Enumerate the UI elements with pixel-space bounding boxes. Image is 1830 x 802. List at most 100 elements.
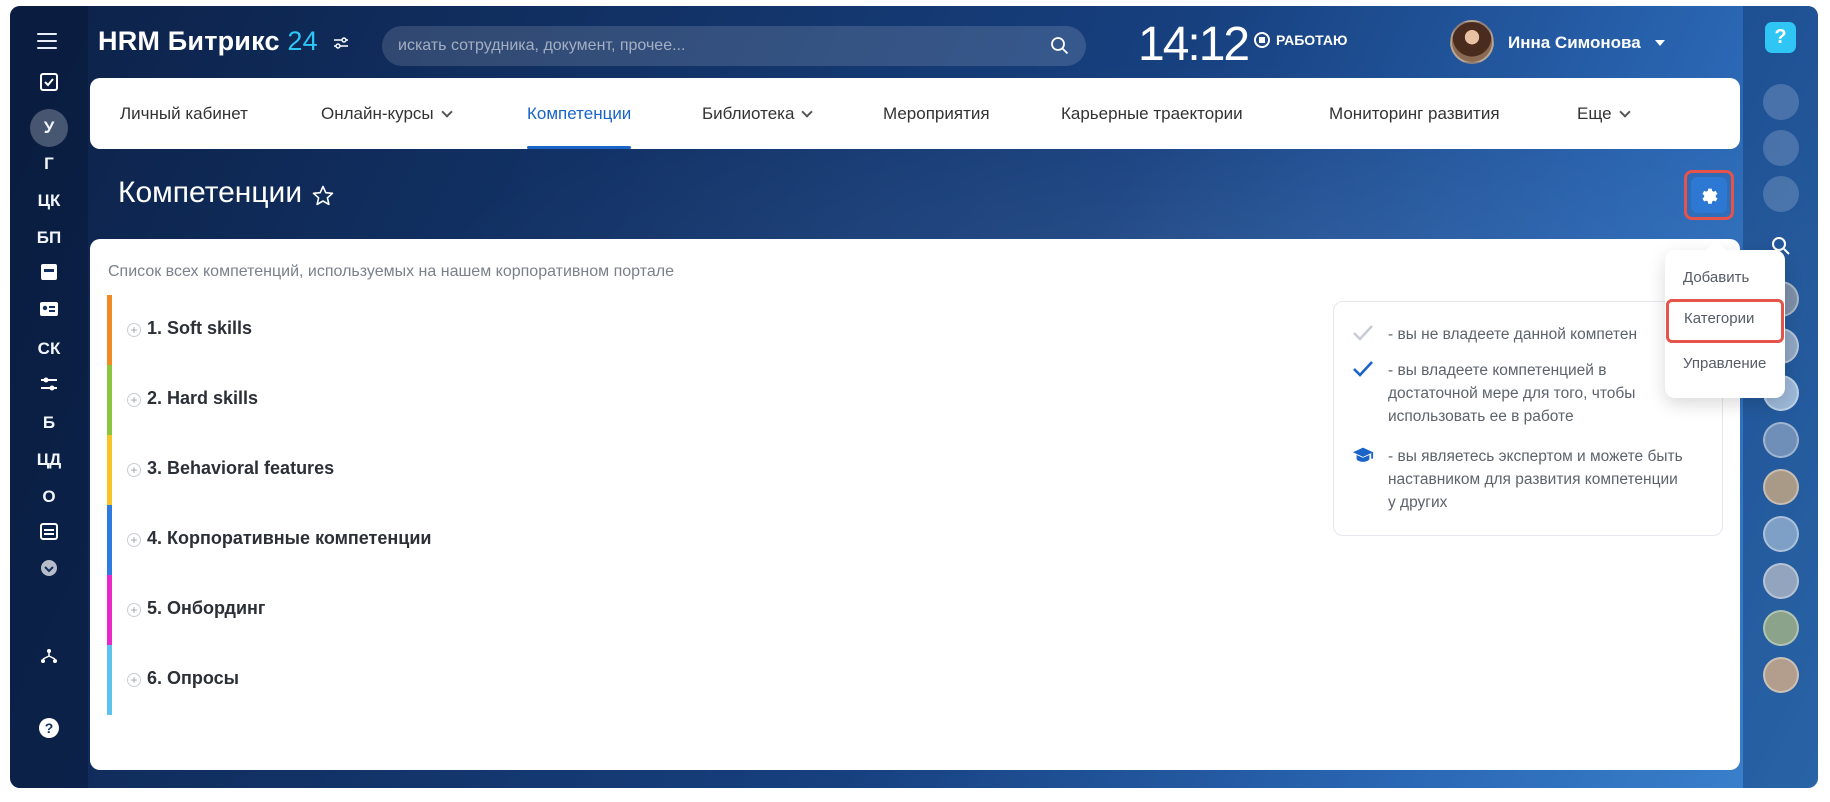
tab-personal-cabinet[interactable]: Личный кабинет [120, 78, 248, 149]
sidebar-item-bp[interactable]: БП [10, 224, 88, 252]
search-placeholder: искать сотрудника, документ, прочее... [398, 37, 686, 54]
logo-number: 24 [287, 26, 318, 56]
search-input[interactable]: искать сотрудника, документ, прочее... [382, 26, 1086, 66]
contacts-icon[interactable] [39, 299, 59, 319]
caret-down-icon[interactable] [1655, 40, 1665, 46]
work-status-label: РАБОТАЮ [1276, 32, 1348, 48]
page-description: Список всех компетенций, используемых на… [108, 263, 674, 280]
legend-text: - вы не владеете данной компетен [1388, 326, 1638, 343]
category-label[interactable]: 2. Hard skills [147, 388, 258, 409]
chevron-down-circle-icon[interactable] [39, 558, 59, 578]
help-icon[interactable]: ? [39, 718, 59, 738]
clock[interactable]: 14:12 [1138, 17, 1250, 72]
search-icon[interactable] [1050, 36, 1070, 56]
settings-sliders-icon[interactable] [333, 36, 349, 50]
user-name[interactable]: Инна Симонова [1508, 33, 1641, 53]
category-item[interactable]: +2. Hard skills [107, 365, 807, 435]
avatar[interactable] [1763, 469, 1799, 505]
expand-icon[interactable]: + [127, 323, 141, 337]
tab-label: Онлайн-курсы [321, 104, 434, 123]
logo-text: HRM Битрикс [98, 26, 280, 56]
menu-item-add[interactable]: Добавить [1665, 258, 1785, 298]
category-label[interactable]: 4. Корпоративные компетенции [147, 528, 431, 549]
tab-competencies[interactable]: Компетенции [527, 78, 632, 149]
expand-icon[interactable]: + [127, 393, 141, 407]
category-label[interactable]: 1. Soft skills [147, 318, 252, 339]
sidebar-item-label: У [30, 109, 68, 147]
expand-icon[interactable]: + [127, 603, 141, 617]
category-item[interactable]: +4. Корпоративные компетенции [107, 505, 807, 575]
app-window: У Г ЦК БП СК Б ЦД О ? ? HRM Битрикс 24 и [10, 6, 1818, 788]
sidebar-item-b[interactable]: Б [10, 409, 88, 437]
sliders-icon[interactable] [39, 374, 59, 394]
settings-dropdown: Добавить Категории Управление [1665, 250, 1785, 398]
check-light-icon [1353, 325, 1373, 341]
calendar-icon[interactable] [39, 262, 59, 282]
menu-item-manage[interactable]: Управление [1665, 344, 1785, 384]
copilot-icon[interactable] [1763, 84, 1799, 120]
sidebar-item-ck[interactable]: ЦК [10, 187, 88, 215]
sidebar-item-g[interactable]: Г [10, 150, 88, 178]
menu-item-categories[interactable]: Категории [1666, 299, 1784, 343]
tab-label: Личный кабинет [120, 104, 248, 123]
tab-label: Компетенции [527, 104, 632, 123]
competencies-panel: Список всех компетенций, используемых на… [90, 239, 1740, 770]
chevron-down-icon [801, 106, 814, 118]
page-title: Компетенции [118, 176, 303, 209]
legend-text: - вы являетесь экспертом и можете быть н… [1388, 448, 1683, 511]
avatar[interactable] [1763, 610, 1799, 646]
gear-icon [1702, 188, 1718, 204]
notifications-bell-icon[interactable] [1763, 130, 1799, 166]
tab-label: Мониторинг развития [1329, 104, 1500, 123]
avatar[interactable] [1763, 657, 1799, 693]
chevron-down-icon [1618, 106, 1631, 118]
tab-label: Еще [1577, 104, 1612, 123]
chat-icon[interactable] [1763, 176, 1799, 212]
legend-row: - вы владеете компетенцией в достаточной… [1352, 359, 1688, 428]
sidebar-item-u[interactable]: У [10, 109, 88, 147]
work-status-button[interactable]: РАБОТАЮ [1254, 32, 1347, 48]
top-navigation: Личный кабинет Онлайн-курсы Компетенции … [90, 78, 1740, 149]
star-icon[interactable] [311, 184, 335, 208]
category-item[interactable]: +3. Behavioral features [107, 435, 807, 505]
legend-text: - вы владеете компетенцией в достаточной… [1388, 362, 1636, 425]
avatar[interactable] [1763, 516, 1799, 552]
tab-development-monitoring[interactable]: Мониторинг развития [1329, 78, 1500, 149]
avatar[interactable] [1763, 422, 1799, 458]
graduation-cap-icon [1352, 447, 1374, 462]
category-label[interactable]: 3. Behavioral features [147, 458, 334, 479]
tab-label: Мероприятия [883, 104, 990, 123]
avatar[interactable] [1763, 563, 1799, 599]
structure-icon[interactable] [39, 646, 59, 666]
tab-more[interactable]: Еще [1577, 78, 1631, 149]
app-logo[interactable]: HRM Битрикс 24 [98, 26, 318, 57]
category-item[interactable]: +1. Soft skills [107, 295, 807, 365]
menu-burger-icon[interactable] [37, 33, 57, 49]
help-icon[interactable]: ? [1765, 22, 1796, 53]
tab-label: Библиотека [702, 104, 795, 123]
settings-button[interactable] [1684, 170, 1734, 220]
check-blue-icon [1353, 361, 1373, 377]
tasks-icon[interactable] [39, 72, 59, 92]
sidebar-item-sk[interactable]: СК [10, 335, 88, 363]
sidebar-item-cd[interactable]: ЦД [10, 446, 88, 474]
expand-icon[interactable]: + [127, 463, 141, 477]
legend-row: - вы являетесь экспертом и можете быть н… [1352, 445, 1688, 514]
category-label[interactable]: 6. Опросы [147, 668, 239, 689]
category-item[interactable]: +6. Опросы [107, 645, 807, 715]
tab-label: Карьерные траектории [1061, 104, 1243, 123]
avatar[interactable] [1450, 20, 1494, 64]
expand-icon[interactable]: + [127, 533, 141, 547]
stop-icon [1254, 32, 1270, 48]
legend-row: - вы не владеете данной компетен [1352, 323, 1688, 346]
tab-online-courses[interactable]: Онлайн-курсы [321, 78, 453, 149]
schedule-icon[interactable] [39, 521, 59, 541]
sidebar-item-o[interactable]: О [10, 483, 88, 511]
expand-icon[interactable]: + [127, 673, 141, 687]
tab-career-paths[interactable]: Карьерные траектории [1061, 78, 1243, 149]
category-item[interactable]: +5. Онбординг [107, 575, 807, 645]
category-label[interactable]: 5. Онбординг [147, 598, 265, 619]
tab-library[interactable]: Библиотека [702, 78, 814, 149]
tab-events[interactable]: Мероприятия [883, 78, 990, 149]
left-sidebar: У Г ЦК БП СК Б ЦД О ? [10, 6, 88, 788]
